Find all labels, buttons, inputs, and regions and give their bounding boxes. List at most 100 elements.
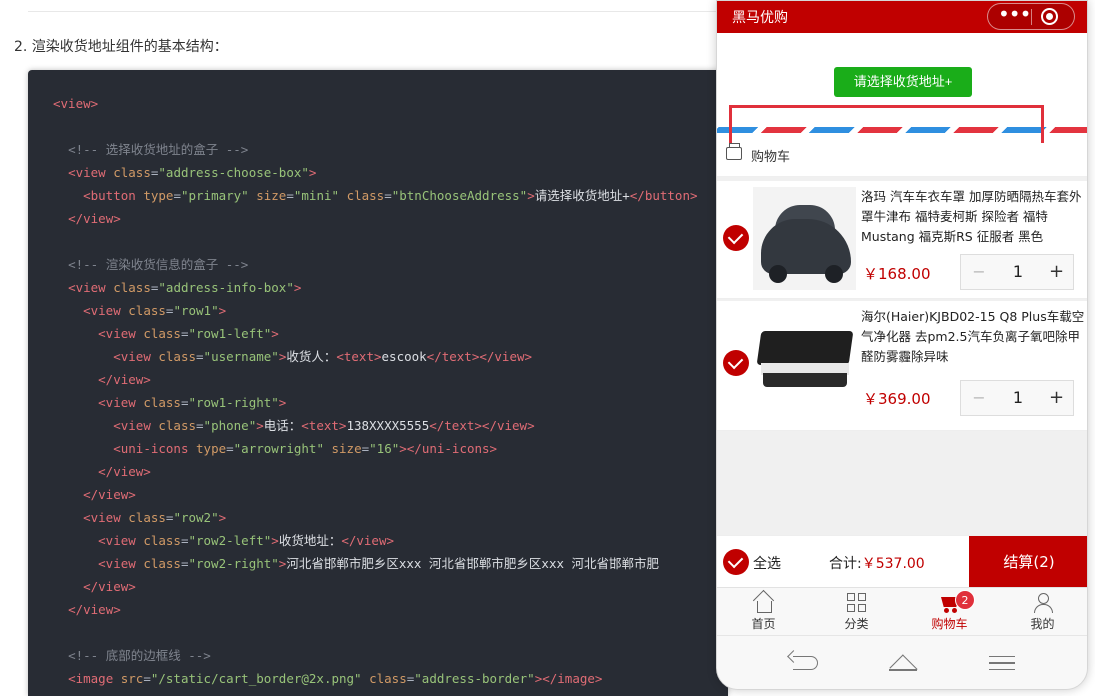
menu-capsule: ••• (987, 3, 1075, 30)
code-token: <!-- 底部的边框线 --> (68, 648, 211, 663)
menu-icon[interactable] (989, 656, 1015, 670)
category-grid-icon (846, 592, 868, 613)
purifier-top-shape (756, 331, 854, 365)
home-icon (753, 592, 775, 613)
increase-button[interactable]: + (1039, 381, 1074, 415)
purifier-bottom-shape (763, 373, 847, 387)
capsule-divider (1031, 9, 1032, 25)
code-token: = (286, 188, 294, 203)
code-token: <view (113, 349, 159, 364)
code-token: > (271, 533, 279, 548)
goods-image-car-cover[interactable] (753, 187, 856, 290)
code-token: </button> (629, 188, 698, 203)
doc-heading: 2. 渲染收货地址组件的基本结构： (14, 39, 228, 55)
goods-item[interactable]: 洛玛 汽车车衣车罩 加厚防晒隔热车套外罩牛津布 福特麦柯斯 探险者 福特Must… (717, 181, 1087, 299)
goods-name: 海尔(Haier)KJBD02-15 Q8 Plus车载空气净化器 去pm2.5… (861, 309, 1085, 364)
code-token: ></uni-icons> (399, 441, 498, 456)
tab-category[interactable]: 分类 (810, 588, 903, 636)
code-token: <view (98, 395, 144, 410)
select-all-check-icon[interactable] (723, 549, 749, 575)
code-lines: <view> <!-- 选择收货地址的盒子 --> <view class="a… (53, 92, 698, 696)
tab-my[interactable]: 我的 (996, 588, 1087, 636)
settle-button[interactable]: 结算(2) (969, 536, 1087, 588)
code-line: <!-- 渲染收货信息的盒子 --> (53, 253, 698, 276)
home-system-icon[interactable] (889, 655, 917, 671)
tab-home[interactable]: 首页 (717, 588, 810, 636)
code-token: "btnChooseAddress" (391, 188, 528, 203)
code-token: class (369, 671, 407, 686)
check-icon[interactable] (723, 225, 749, 251)
code-token: class (143, 395, 181, 410)
check-icon[interactable] (723, 350, 749, 376)
code-token: <view (83, 510, 129, 525)
code-line: </view> (53, 460, 698, 483)
quantity-stepper: − 1 + (960, 380, 1074, 416)
tab-label: 购物车 (931, 617, 968, 631)
code-token: > (308, 165, 317, 180)
quantity-stepper: − 1 + (960, 254, 1074, 290)
decrease-button[interactable]: − (961, 255, 997, 289)
more-icon[interactable]: ••• (998, 4, 1031, 25)
code-line: <view class="address-info-box"> (53, 276, 698, 299)
code-token: "row1-left" (188, 326, 272, 341)
code-token: class (143, 556, 181, 571)
quantity-value[interactable]: 1 (997, 381, 1039, 415)
phone-simulator: 黑马优购 ••• 请选择收货地址+ 购物车 洛玛 汽车车衣车罩 加厚防晒隔热车套… (716, 0, 1088, 690)
decrease-button[interactable]: − (961, 381, 997, 415)
tab-cart[interactable]: 2 购物车 (903, 588, 996, 636)
code-token: "username" (203, 349, 279, 364)
code-token: class (113, 165, 151, 180)
code-token: </view> (98, 372, 151, 387)
goods-image-air-purifier[interactable] (753, 307, 856, 410)
car-wheel-shape (769, 265, 787, 283)
screen: 2. 渲染收货地址组件的基本结构： <view > <!-- 选择收货地址的盒子 … (0, 0, 1095, 696)
code-line: <view class="username">收货人：<text>escook<… (53, 345, 698, 368)
increase-button[interactable]: + (1039, 255, 1074, 289)
tab-label: 首页 (751, 617, 776, 631)
code-token: <view (98, 556, 144, 571)
code-line: </view> (53, 690, 698, 696)
close-miniprogram-icon[interactable] (1041, 8, 1058, 25)
code-token: = (173, 188, 181, 203)
code-line: </view> (53, 207, 698, 230)
code-token: class (143, 533, 181, 548)
code-token: 收货人： (286, 349, 337, 364)
code-line: </view> (53, 598, 698, 621)
code-token: <text> (301, 418, 347, 433)
total-amount: ￥537.00 (861, 556, 925, 572)
code-line: <view class="row1-right"> (53, 391, 698, 414)
code-token: <view (113, 418, 159, 433)
code-token: </view> (98, 464, 151, 479)
quantity-value[interactable]: 1 (997, 255, 1039, 289)
settle-bar: 全选 合计:￥537.00 结算(2) (717, 535, 1087, 588)
code-line: <!-- 选择收货地址的盒子 --> (53, 138, 698, 161)
code-token: <uni-icons (113, 441, 197, 456)
choose-address-button[interactable]: 请选择收货地址+ (834, 67, 972, 97)
code-token: </text></view> (426, 349, 533, 364)
code-token: class (158, 349, 197, 364)
select-all-label[interactable]: 全选 (753, 553, 781, 573)
back-icon[interactable] (789, 654, 819, 672)
code-token: > (271, 326, 279, 341)
car-wheel-shape (825, 265, 843, 283)
code-token: > (278, 395, 287, 410)
goods-item[interactable]: 海尔(Haier)KJBD02-15 Q8 Plus车载空气净化器 去pm2.5… (717, 301, 1087, 431)
tab-bar: 首页 分类 2 购物车 我的 (717, 587, 1087, 636)
code-token: "address-border" (414, 671, 535, 686)
code-line: </view> (53, 368, 698, 391)
code-token: "phone" (203, 418, 257, 433)
code-line: <view class="address-choose-box"> (53, 161, 698, 184)
navigation-bar: 黑马优购 ••• (717, 1, 1087, 33)
code-token: "row1" (173, 303, 219, 318)
code-line: <!-- 底部的边框线 --> (53, 644, 698, 667)
